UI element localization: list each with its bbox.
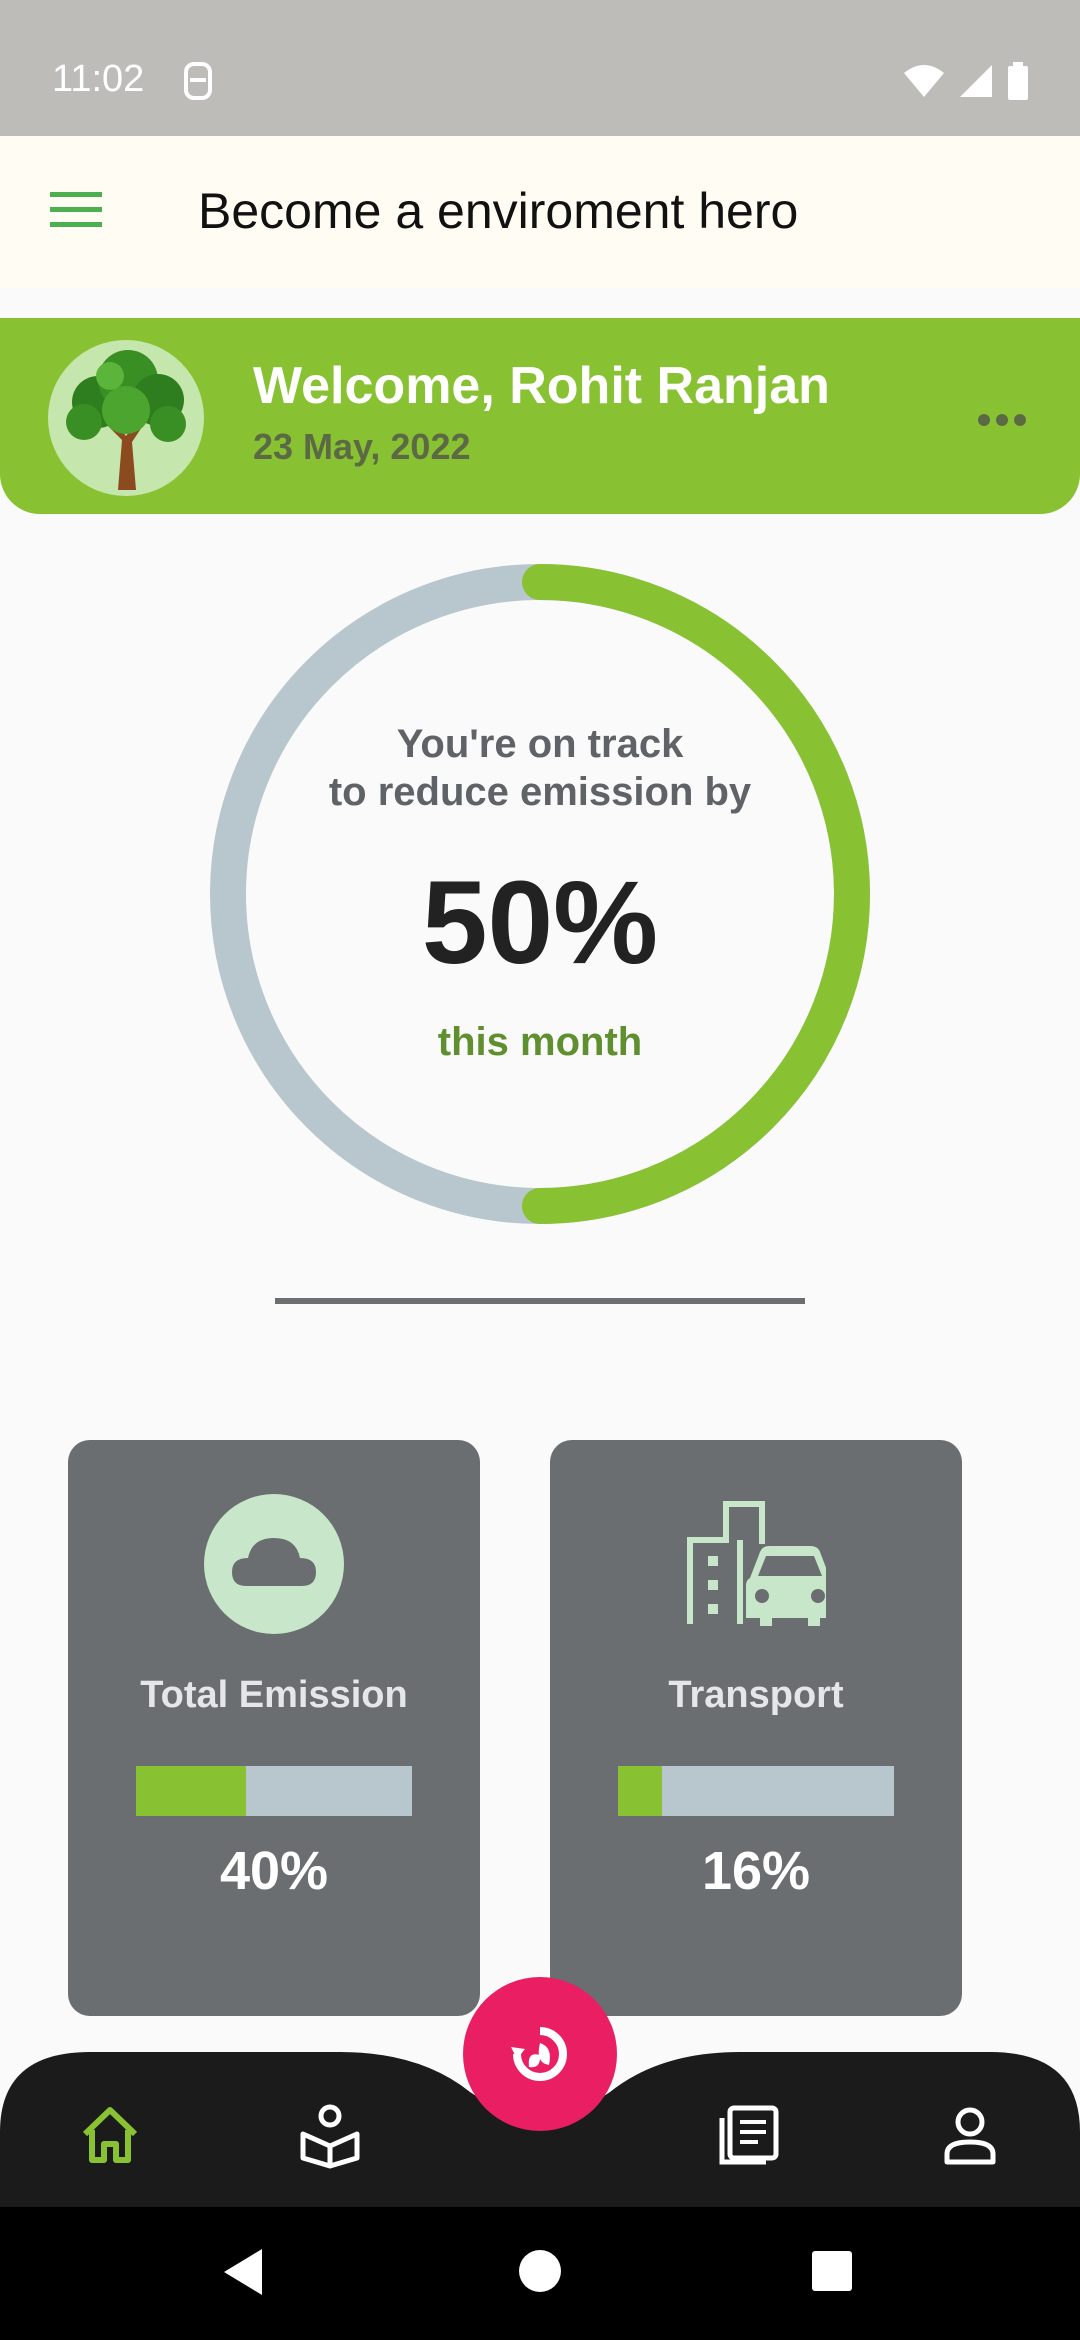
stat-progress-fill xyxy=(618,1766,663,1816)
progress-line1: You're on track xyxy=(396,722,684,766)
welcome-greeting: Welcome, Rohit Ranjan xyxy=(253,357,830,415)
nav-news-button[interactable] xyxy=(714,2100,784,2170)
reading-icon xyxy=(300,2104,360,2169)
divider xyxy=(275,1298,805,1304)
more-options-button[interactable] xyxy=(976,408,1028,432)
battery-icon xyxy=(1008,62,1028,100)
system-nav-bar xyxy=(0,2207,1080,2340)
page-title: Become a enviroment hero xyxy=(198,183,799,239)
stat-value: 40% xyxy=(219,1841,329,1901)
home-circle-icon xyxy=(519,2250,561,2292)
stat-label: Total Emission xyxy=(140,1674,408,1716)
stat-value: 16% xyxy=(701,1841,811,1901)
menu-button[interactable] xyxy=(50,190,102,230)
fab-button[interactable] xyxy=(463,1977,617,2131)
welcome-date: 23 May, 2022 xyxy=(253,426,471,467)
news-icon xyxy=(719,2105,779,2165)
status-bar: 11:02 xyxy=(0,0,1080,136)
profile-icon xyxy=(944,2107,996,2165)
more-horizontal-icon xyxy=(978,414,1026,426)
app-bar: Become a enviroment hero xyxy=(0,136,1080,288)
hamburger-menu-icon xyxy=(50,192,102,227)
progress-percent: 50% xyxy=(421,857,659,989)
recents-square-icon xyxy=(812,2251,852,2291)
stat-progress-bar xyxy=(618,1766,894,1816)
stat-progress-bar xyxy=(136,1766,412,1816)
status-time: 11:02 xyxy=(52,58,145,100)
recents-button[interactable] xyxy=(810,2249,854,2298)
progress-line2: to reduce emission by xyxy=(328,770,752,814)
stat-progress-fill xyxy=(136,1766,247,1816)
back-button[interactable] xyxy=(222,2247,266,2302)
avatar xyxy=(48,340,204,496)
back-triangle-icon xyxy=(224,2249,262,2295)
recycle-leaf-icon xyxy=(511,2027,567,2081)
nav-learn-button[interactable] xyxy=(295,2100,365,2170)
sim-card-icon xyxy=(180,62,216,107)
signal-icon xyxy=(960,65,992,97)
tree-icon xyxy=(66,350,186,490)
home-button[interactable] xyxy=(518,2249,562,2298)
status-icons xyxy=(902,62,1030,100)
city-car-icon xyxy=(686,1494,834,1634)
transport-card[interactable]: Transport 16% xyxy=(550,1440,962,2016)
nav-profile-button[interactable] xyxy=(935,2100,1005,2170)
nav-home-button[interactable] xyxy=(75,2100,145,2170)
welcome-card: Welcome, Rohit Ranjan 23 May, 2022 xyxy=(0,318,1080,514)
wifi-icon xyxy=(904,65,944,97)
progress-caption: this month xyxy=(437,1020,643,1064)
total-emission-card[interactable]: Total Emission 40% xyxy=(68,1440,480,2016)
home-icon xyxy=(82,2107,138,2163)
stat-label: Transport xyxy=(668,1674,844,1716)
cloud-icon xyxy=(204,1494,344,1634)
